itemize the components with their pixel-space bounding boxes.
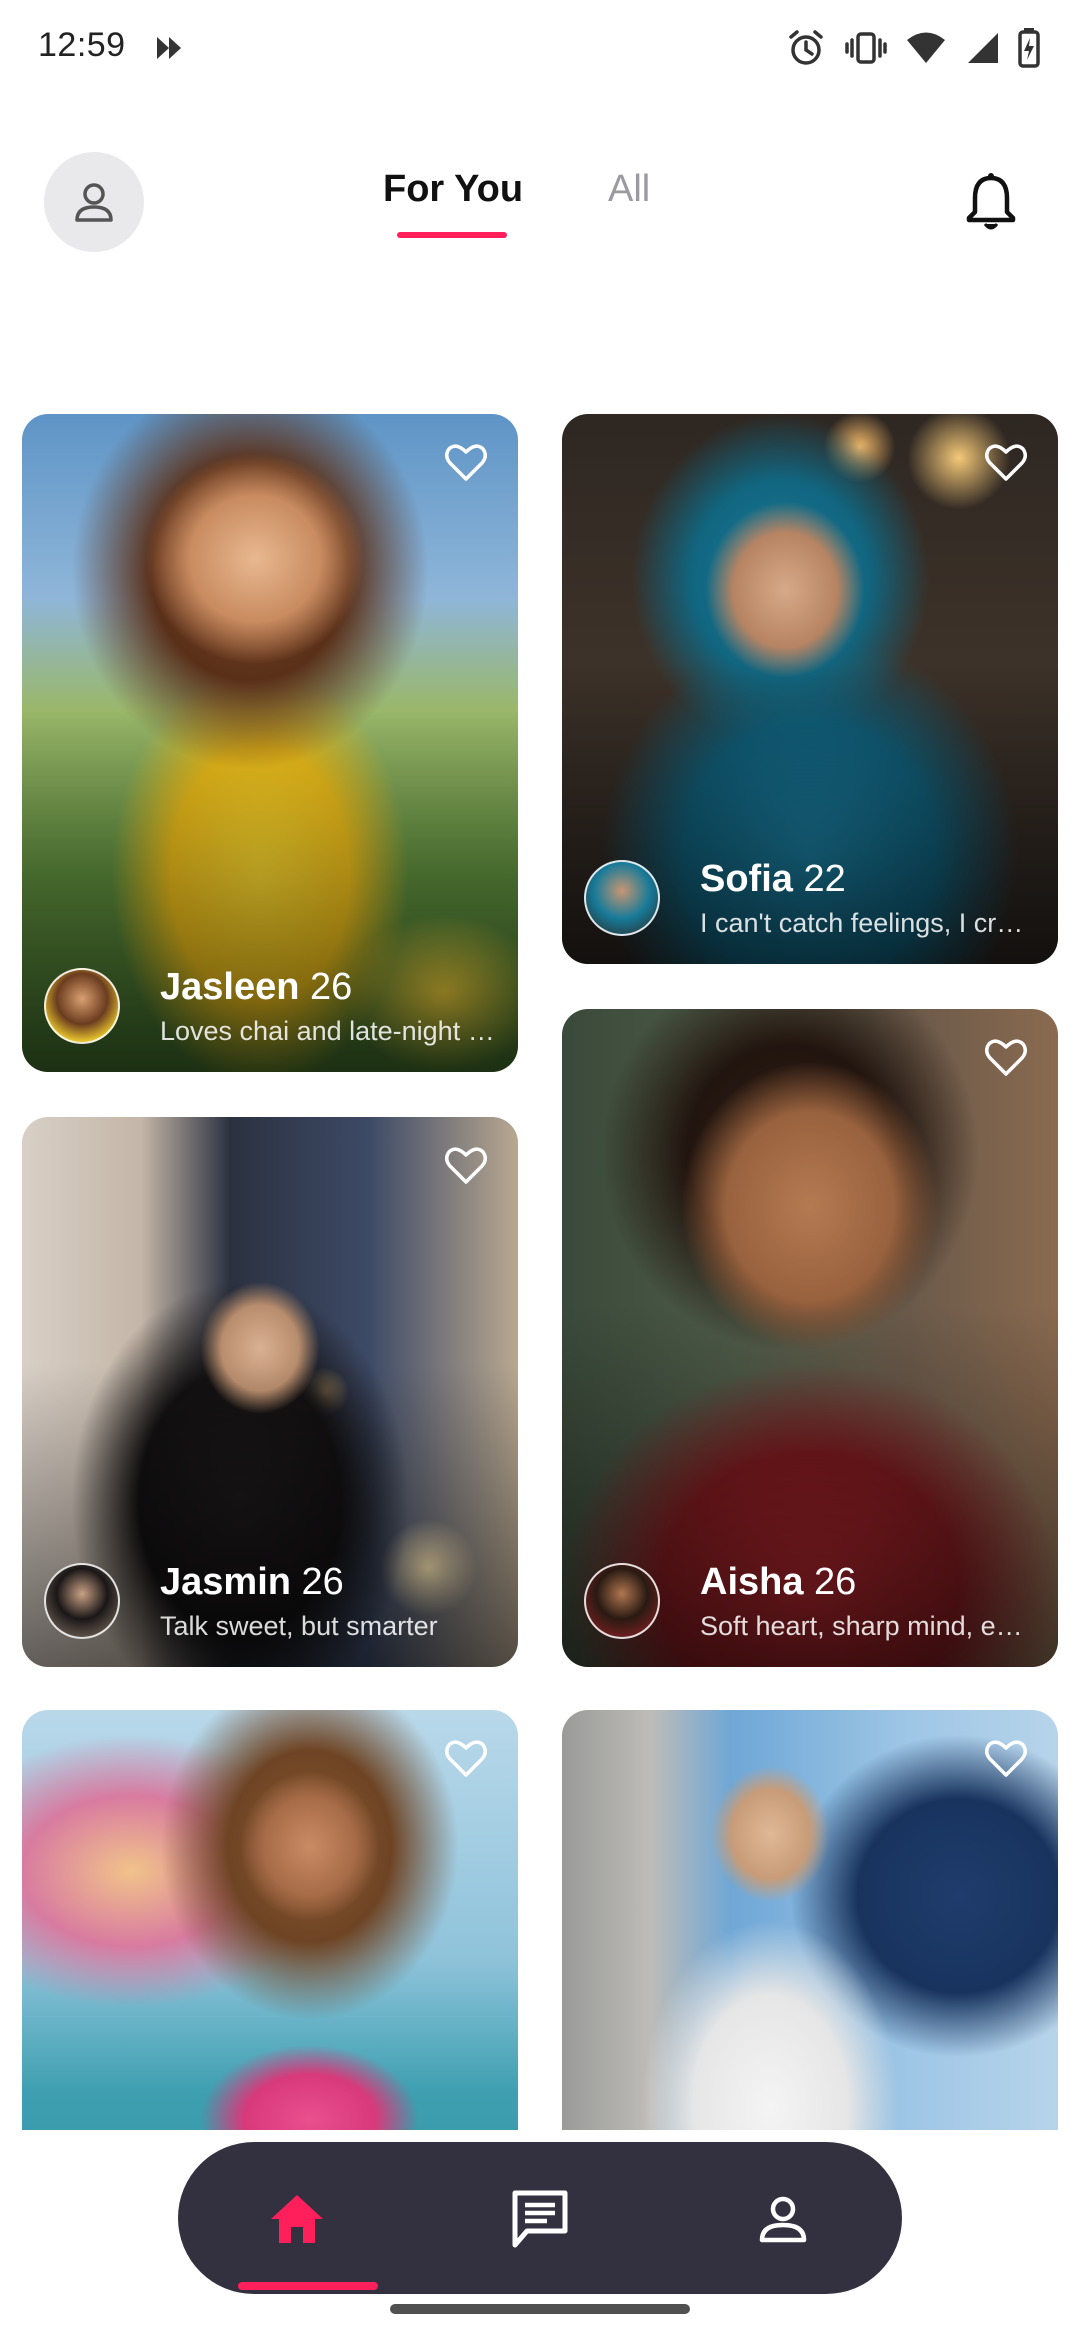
profile-name-age: Jasleen 26 xyxy=(160,966,352,1009)
heart-icon[interactable] xyxy=(984,1037,1028,1077)
card-info: Jasmin 26 Talk sweet, but smarter xyxy=(44,1561,496,1645)
status-time: 12:59 xyxy=(38,26,126,64)
nav-chat-button[interactable] xyxy=(503,2182,577,2256)
profile-bio: Talk sweet, but smarter xyxy=(160,1611,438,1641)
vibrate-icon xyxy=(845,32,887,64)
heart-icon[interactable] xyxy=(444,1738,488,1778)
heart-icon[interactable] xyxy=(984,442,1028,482)
card-info: Aisha 26 Soft heart, sharp mind, en… xyxy=(584,1561,1036,1645)
system-home-indicator[interactable] xyxy=(390,2304,690,2314)
battery-charging-icon xyxy=(1018,28,1040,68)
active-nav-indicator xyxy=(238,2282,378,2290)
profile-card-jasleen[interactable]: Jasleen 26 Loves chai and late-night … xyxy=(22,414,518,1072)
profile-icon xyxy=(759,2196,807,2243)
tab-all[interactable]: All xyxy=(608,168,650,211)
profile-name-age: Jasmin 26 xyxy=(160,1561,344,1604)
nav-home-button[interactable] xyxy=(260,2182,334,2256)
bell-icon[interactable] xyxy=(963,172,1019,232)
status-bar: 12:59 xyxy=(0,0,1080,96)
active-tab-indicator xyxy=(397,232,507,238)
profile-name-age: Aisha 26 xyxy=(700,1561,856,1604)
profile-age: 22 xyxy=(803,858,846,900)
profile-age: 26 xyxy=(301,1561,344,1603)
nav-profile-button[interactable] xyxy=(746,2182,820,2256)
profile-name: Aisha xyxy=(700,1561,804,1603)
card-info: Jasleen 26 Loves chai and late-night … xyxy=(44,966,496,1050)
avatar xyxy=(44,1563,120,1639)
profile-age: 26 xyxy=(814,1561,857,1603)
profile-name: Jasleen xyxy=(160,966,300,1008)
profile-bio: Soft heart, sharp mind, en… xyxy=(700,1611,1036,1641)
heart-icon[interactable] xyxy=(444,442,488,482)
wifi-icon xyxy=(907,32,945,63)
avatar xyxy=(584,1563,660,1639)
heart-icon[interactable] xyxy=(984,1738,1028,1778)
status-icons xyxy=(786,26,1040,70)
media-cast-icon xyxy=(157,37,181,59)
signal-icon xyxy=(968,33,998,63)
profile-card-aisha[interactable]: Aisha 26 Soft heart, sharp mind, en… xyxy=(562,1009,1058,1667)
profile-card-sofia[interactable]: Sofia 22 I can't catch feelings, I cre… xyxy=(562,414,1058,964)
profile-age: 26 xyxy=(310,966,353,1008)
profile-name: Jasmin xyxy=(160,1561,291,1603)
profile-icon xyxy=(75,183,113,222)
chat-icon xyxy=(512,2190,568,2248)
profile-bio: Loves chai and late-night … xyxy=(160,1016,495,1046)
profile-bio: I can't catch feelings, I cre… xyxy=(700,908,1036,938)
card-info: Sofia 22 I can't catch feelings, I cre… xyxy=(584,858,1036,942)
avatar xyxy=(44,968,120,1044)
profile-avatar-button[interactable] xyxy=(44,152,144,252)
profile-name-age: Sofia 22 xyxy=(700,858,846,901)
feed-tabs: For You All xyxy=(383,168,673,242)
alarm-icon xyxy=(789,30,823,65)
tab-for-you[interactable]: For You xyxy=(383,168,523,211)
bottom-nav xyxy=(178,2142,902,2294)
home-icon xyxy=(271,2195,323,2243)
avatar xyxy=(584,860,660,936)
heart-icon[interactable] xyxy=(444,1145,488,1185)
profile-card-jasmin[interactable]: Jasmin 26 Talk sweet, but smarter xyxy=(22,1117,518,1667)
profile-name: Sofia xyxy=(700,858,793,900)
